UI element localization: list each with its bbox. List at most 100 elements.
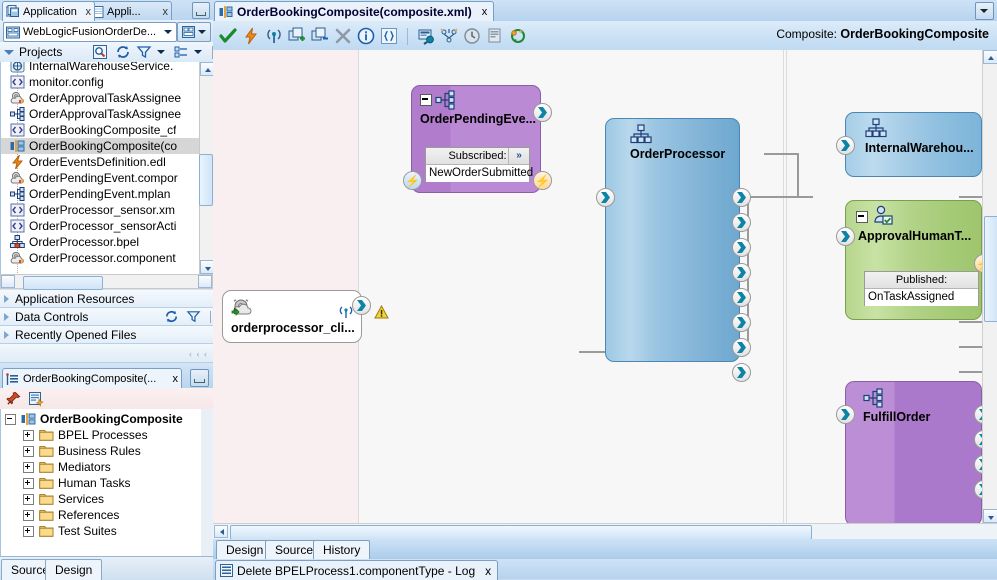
tree-item[interactable]: OrderProcessor_sensor.xm	[1, 202, 200, 218]
scroll-left-arrow[interactable]	[1, 275, 15, 288]
structure-item[interactable]: Services	[1, 491, 183, 507]
event-publish-bolt-icon[interactable]: ⚡	[533, 171, 552, 190]
validate-check-icon[interactable]	[219, 27, 237, 45]
scroll-down-arrow[interactable]	[983, 509, 997, 523]
panel-application-resources[interactable]: Application Resources	[0, 290, 217, 308]
port-output[interactable]	[732, 363, 751, 382]
tab-application-secondary-close[interactable]: x	[161, 6, 169, 18]
port-output[interactable]	[732, 313, 751, 332]
structure-item[interactable]: Business Rules	[1, 443, 183, 459]
antenna-icon[interactable]	[265, 27, 283, 45]
event-subscribe-bolt-icon[interactable]: ⚡	[403, 171, 422, 190]
tab-log[interactable]: Delete BPELProcess1.componentType - Log …	[215, 560, 499, 580]
port-output[interactable]	[352, 296, 371, 315]
minimize-icon[interactable]	[190, 369, 209, 387]
tree-item[interactable]: OrderProcessor.component	[1, 250, 200, 266]
scroll-up-arrow[interactable]	[983, 50, 997, 64]
structure-item[interactable]: Test Suites	[1, 523, 183, 539]
port-output[interactable]	[732, 288, 751, 307]
tree-item[interactable]: OrderBookingComposite_cf	[1, 122, 200, 138]
expand-toggle[interactable]	[23, 445, 34, 457]
tab-design-left[interactable]: Design	[45, 559, 103, 580]
expand-toggle[interactable]	[23, 525, 34, 537]
tab-application[interactable]: Application x	[2, 1, 95, 21]
tree-item[interactable]: OrderApprovalTaskAssignee	[1, 106, 200, 122]
tab-log-close[interactable]: x	[485, 564, 491, 578]
port-input[interactable]	[836, 405, 855, 424]
refresh-arrows-icon[interactable]	[509, 27, 527, 45]
canvas-hscrollbar[interactable]	[213, 523, 997, 540]
chevron-down-icon[interactable]	[198, 30, 206, 34]
port-output[interactable]	[533, 103, 552, 122]
port-output[interactable]	[732, 213, 751, 232]
tree-item[interactable]: OrderApprovalTaskAssignee	[1, 90, 200, 106]
panel-data-controls[interactable]: Data Controls	[0, 308, 217, 326]
collapse-minus-icon[interactable]	[420, 94, 432, 106]
expand-toggle[interactable]	[23, 461, 34, 473]
port-input[interactable]	[836, 136, 855, 155]
collapse-toggle[interactable]	[5, 413, 16, 425]
expand-toggle[interactable]	[23, 509, 34, 521]
chevron-down-icon[interactable]	[164, 30, 172, 34]
tree-item[interactable]: OrderEventsDefinition.edl	[1, 154, 200, 170]
refresh-icon[interactable]	[164, 309, 180, 325]
scroll-left-arrow[interactable]	[214, 525, 228, 538]
port-output[interactable]	[732, 263, 751, 282]
canvas-vscrollbar[interactable]	[982, 50, 997, 523]
minimize-icon[interactable]	[192, 2, 210, 19]
project-tree-scrollbar[interactable]	[199, 62, 214, 274]
node-orderpendingevent[interactable]: OrderPendingEve... Subscribed: » NewOrde…	[403, 85, 552, 193]
expand-triangle-icon[interactable]	[4, 330, 9, 339]
view-options-icon[interactable]	[173, 44, 189, 60]
tab-orderbookingcomposite[interactable]: OrderBookingComposite(composite.xml) x	[214, 1, 495, 22]
tree-item[interactable]: OrderProcessor.bpel	[1, 234, 200, 250]
port-output[interactable]	[732, 338, 751, 357]
port-output[interactable]	[974, 455, 982, 474]
filter-icon[interactable]	[136, 44, 152, 60]
filter-dropdown-icon[interactable]	[157, 50, 165, 54]
tab-structure[interactable]: OrderBookingComposite(... x	[2, 368, 182, 389]
expand-toggle[interactable]	[23, 429, 34, 441]
node-internalwarehouse[interactable]: InternalWarehou...	[836, 112, 982, 177]
tree-item[interactable]: monitor.config	[1, 74, 200, 90]
info-icon[interactable]	[357, 27, 375, 45]
tab-history[interactable]: History	[313, 540, 371, 559]
port-input[interactable]	[836, 227, 855, 246]
remove-component-icon[interactable]	[311, 27, 329, 45]
xpath-braces-icon[interactable]	[380, 27, 398, 45]
scroll-thumb[interactable]	[199, 154, 213, 206]
panel-recently-opened-files[interactable]: Recently Opened Files	[0, 326, 217, 344]
chevron-down-icon[interactable]	[975, 2, 994, 20]
history-icon[interactable]	[463, 27, 481, 45]
resize-chevrons-icon[interactable]: ‹ ‹ ‹	[189, 349, 208, 359]
project-tree-hscrollbar[interactable]	[0, 274, 213, 290]
scroll-thumb[interactable]	[984, 216, 997, 322]
view-dropdown-icon[interactable]	[194, 50, 202, 54]
event-publish-bolt-icon[interactable]: ⚡	[974, 254, 982, 273]
tree-item[interactable]: OrderProcessor_sensorActi	[1, 218, 200, 234]
expand-toggle[interactable]	[23, 493, 34, 505]
port-output[interactable]	[974, 480, 982, 499]
new-icon[interactable]	[28, 391, 44, 407]
port-output[interactable]	[974, 430, 982, 449]
collapse-triangle-icon[interactable]	[4, 49, 14, 55]
expand-more-button[interactable]: »	[508, 148, 529, 164]
event-publish-chip[interactable]: Published: OnTaskAssigned	[864, 271, 979, 306]
node-orderprocessor-client[interactable]: orderprocessor_cli...	[222, 290, 389, 343]
hscroll-thumb[interactable]	[230, 525, 812, 540]
refresh-icon[interactable]	[115, 44, 131, 60]
sensor-icon[interactable]	[417, 27, 435, 45]
properties-icon[interactable]	[486, 27, 504, 45]
scroll-right-arrow[interactable]	[198, 275, 212, 288]
collapse-minus-icon[interactable]	[856, 211, 868, 223]
pin-icon[interactable]	[6, 391, 22, 407]
tree-item[interactable]: InternalWarehouseService.	[1, 62, 200, 74]
application-menu-button[interactable]	[177, 22, 211, 42]
application-selector[interactable]: WebLogicFusionOrderDe...	[3, 22, 177, 42]
structure-item[interactable]: References	[1, 507, 183, 523]
port-output[interactable]	[732, 238, 751, 257]
node-orderprocessor[interactable]: OrderProcessor	[596, 118, 751, 382]
structure-root[interactable]: OrderBookingComposite	[1, 411, 183, 427]
hscroll-thumb[interactable]	[23, 276, 103, 290]
add-component-icon[interactable]	[288, 27, 306, 45]
